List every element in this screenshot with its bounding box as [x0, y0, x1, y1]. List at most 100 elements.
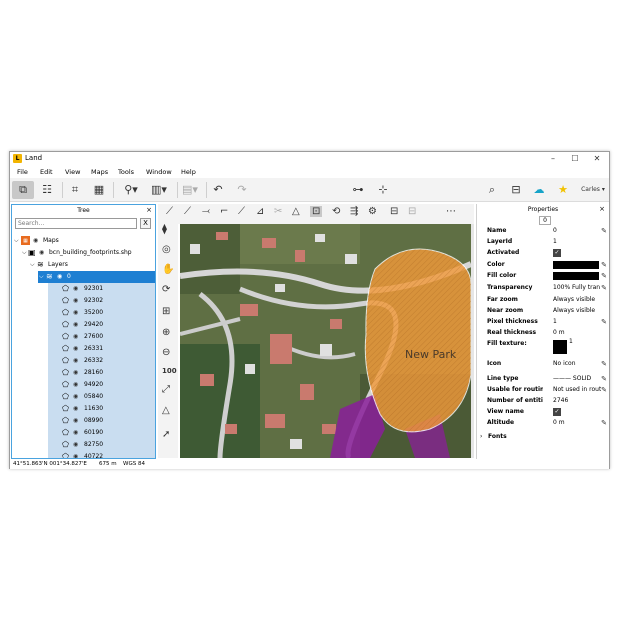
add-point-icon[interactable]: ⊹ — [374, 181, 392, 199]
list-item[interactable]: ⬠ ◉ 92302 — [48, 295, 155, 307]
menu-window[interactable]: Window — [146, 168, 172, 176]
list-item[interactable]: ⬠ ◉ 94920 — [48, 379, 155, 391]
eye-icon[interactable]: ◉ — [73, 379, 78, 391]
eye-icon[interactable]: ◉ — [73, 427, 78, 439]
search-icon[interactable]: ⌕ — [484, 181, 500, 199]
list-item[interactable]: ⬠ ◉ 27600 — [48, 331, 155, 343]
satellite-icon[interactable]: ⊶ — [349, 181, 367, 199]
delete-polygon-icon[interactable]: ⊟ — [408, 206, 416, 217]
draw-line-icon[interactable]: ⟋ — [166, 206, 173, 217]
menu-file[interactable]: File — [17, 168, 28, 176]
minimize-button[interactable]: – — [542, 153, 564, 165]
edit-icon[interactable]: ✎ — [600, 227, 608, 235]
tree-item-layers[interactable]: ⌵ ≋ Layers — [12, 259, 155, 271]
zoom-out-icon[interactable]: ⊖ — [162, 347, 170, 358]
checklist-icon[interactable]: ☷ — [36, 181, 58, 199]
undo-icon[interactable]: ↶ — [210, 181, 226, 199]
maximize-button[interactable]: ☐ — [564, 153, 586, 165]
tree-close-icon[interactable]: × — [146, 205, 152, 216]
eye-icon[interactable]: ◉ — [73, 403, 78, 415]
rotate-view-icon[interactable]: ⟳ — [162, 284, 170, 295]
eye-icon[interactable]: ◉ — [73, 415, 78, 427]
more-icon[interactable]: ⋯ — [446, 206, 456, 217]
edit-icon[interactable]: ✎ — [600, 272, 608, 280]
texture-swatch[interactable] — [553, 340, 567, 354]
eye-icon[interactable]: ◉ — [57, 271, 62, 283]
list-item[interactable]: ⬠ ◉ 28160 — [48, 367, 155, 379]
list-item[interactable]: ⬠ ◉ 35200 — [48, 307, 155, 319]
menu-help[interactable]: Help — [181, 168, 196, 176]
checkbox[interactable]: ✓ — [553, 249, 561, 257]
menu-maps[interactable]: Maps — [91, 168, 108, 176]
menu-view[interactable]: View — [65, 168, 80, 176]
redo-icon[interactable]: ↷ — [234, 181, 250, 199]
eye-icon[interactable]: ◉ — [73, 307, 78, 319]
map-icon[interactable]: ▥▾ — [146, 181, 172, 199]
eye-icon[interactable]: ◉ — [73, 295, 78, 307]
eye-icon[interactable]: ◉ — [73, 451, 78, 458]
transform-icon[interactable]: ⚙ — [368, 206, 377, 217]
edit-segment-icon[interactable]: ⊿ — [256, 206, 264, 217]
chevron-down-icon[interactable]: ⌵ — [30, 259, 35, 271]
zoom-extent-icon[interactable]: ⤢ — [162, 384, 170, 395]
menu-tools[interactable]: Tools — [118, 168, 134, 176]
close-button[interactable]: ✕ — [586, 153, 608, 165]
map-scrollbar[interactable] — [471, 224, 474, 458]
draw-arc-icon[interactable]: ⟋ — [238, 206, 245, 217]
tree-item-layer-selected[interactable]: ⌵ ≋ ◉ 0 — [38, 271, 155, 283]
edit-node-icon[interactable]: ⌐ — [220, 206, 228, 217]
menu-edit[interactable]: Edit — [40, 168, 53, 176]
rotate-icon[interactable]: ⟲ — [332, 206, 340, 217]
list-item[interactable]: ⬠ ◉ 05840 — [48, 391, 155, 403]
list-item[interactable]: ⬠ ◉ 82750 — [48, 439, 155, 451]
entity-id-field[interactable]: 0 — [539, 216, 551, 225]
eye-icon[interactable]: ◉ — [73, 367, 78, 379]
zoom-in-icon[interactable]: ⊕ — [162, 327, 170, 338]
eye-icon[interactable]: ◉ — [73, 439, 78, 451]
cart-icon[interactable]: ⊟ — [508, 181, 524, 199]
edit-icon[interactable]: ✎ — [600, 386, 608, 394]
list-item[interactable]: ⬠ ◉ 92301 — [48, 283, 155, 295]
map-canvas[interactable]: New Park — [180, 224, 471, 458]
eye-icon[interactable]: ◉ — [33, 235, 38, 247]
list-item[interactable]: ⬠ ◉ 11630 — [48, 403, 155, 415]
eye-icon[interactable]: ◉ — [73, 343, 78, 355]
edit-icon[interactable]: ✎ — [600, 284, 608, 292]
list-item[interactable]: ⬠ ◉ 60190 — [48, 427, 155, 439]
zoom-box-icon[interactable]: ⊞ — [162, 306, 170, 317]
cloud-sync-icon[interactable]: ☁ — [530, 181, 548, 199]
pan-hand-icon[interactable]: ✋ — [162, 264, 174, 275]
color-swatch[interactable] — [553, 261, 599, 269]
eye-icon[interactable]: ◉ — [73, 391, 78, 403]
chart-icon[interactable]: ⌗ — [66, 181, 84, 199]
color-swatch[interactable] — [553, 272, 599, 280]
checkbox[interactable]: ✓ — [553, 408, 561, 416]
eye-icon[interactable]: ◉ — [73, 355, 78, 367]
route-icon[interactable]: ⚲▾ — [118, 181, 144, 199]
triangle-icon[interactable]: △ — [292, 206, 300, 217]
select-cursor-icon[interactable]: ➚ — [162, 429, 170, 440]
calendar-icon[interactable]: ▦ — [90, 181, 108, 199]
align-icon[interactable]: ⇶ — [350, 206, 358, 217]
eye-icon[interactable]: ◉ — [73, 319, 78, 331]
layers-stack-icon[interactable]: ▤▾ — [180, 181, 200, 199]
chevron-down-icon[interactable]: ⌵ — [22, 247, 27, 259]
eye-icon[interactable]: ◉ — [73, 283, 78, 295]
edit-polygon-icon[interactable]: ⊟ — [390, 206, 398, 217]
chevron-right-icon[interactable]: › — [480, 432, 482, 442]
list-item[interactable]: ⬠ ◉ 26331 — [48, 343, 155, 355]
split-icon[interactable]: ⤙ — [202, 206, 210, 217]
list-item[interactable]: ⬠ ◉ 08990 — [48, 415, 155, 427]
chevron-down-icon[interactable]: ⌵ — [39, 271, 44, 283]
chevron-down-icon[interactable]: ⌵ — [14, 235, 19, 247]
cut-icon[interactable]: ✂ — [274, 206, 282, 217]
eye-icon[interactable]: ◉ — [39, 247, 44, 259]
draw-polyline-icon[interactable]: ⟋ — [184, 206, 191, 217]
user-menu[interactable]: Carles ▾ — [578, 181, 608, 199]
edit-icon[interactable]: ✎ — [600, 318, 608, 326]
3d-view-icon[interactable]: △ — [162, 405, 170, 416]
edit-icon[interactable]: ✎ — [600, 419, 608, 427]
north-arrow-icon[interactable]: ⧫ — [162, 224, 167, 235]
search-clear-button[interactable]: X — [140, 218, 151, 229]
edit-icon[interactable]: ✎ — [600, 261, 608, 269]
